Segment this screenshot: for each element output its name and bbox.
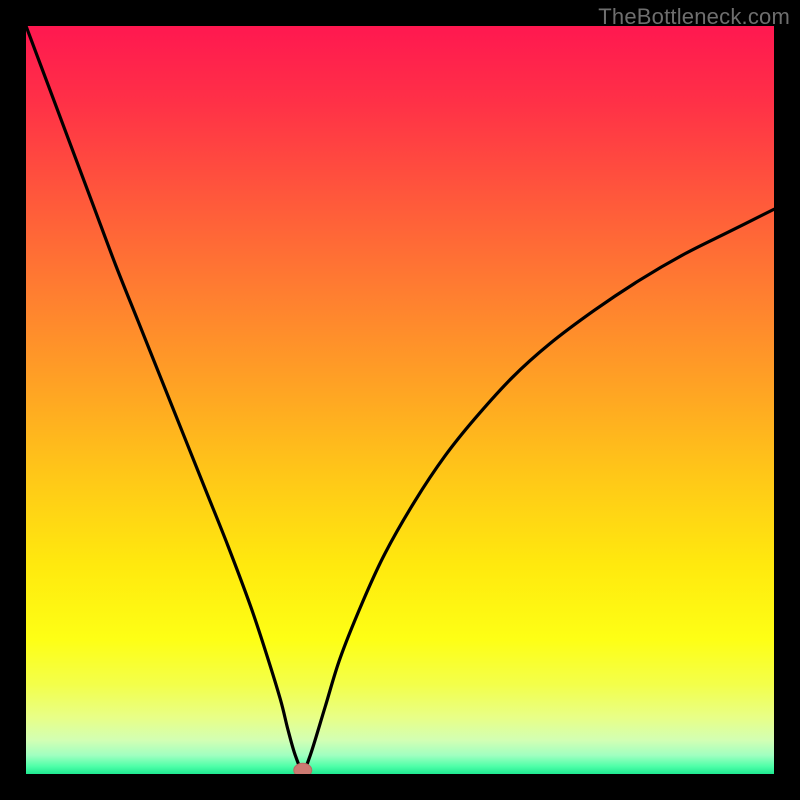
gradient-background: [26, 26, 774, 774]
chart-frame: TheBottleneck.com: [0, 0, 800, 800]
optimal-marker: [294, 763, 312, 774]
watermark-text: TheBottleneck.com: [598, 4, 790, 30]
chart-svg: [26, 26, 774, 774]
plot-area: [26, 26, 774, 774]
